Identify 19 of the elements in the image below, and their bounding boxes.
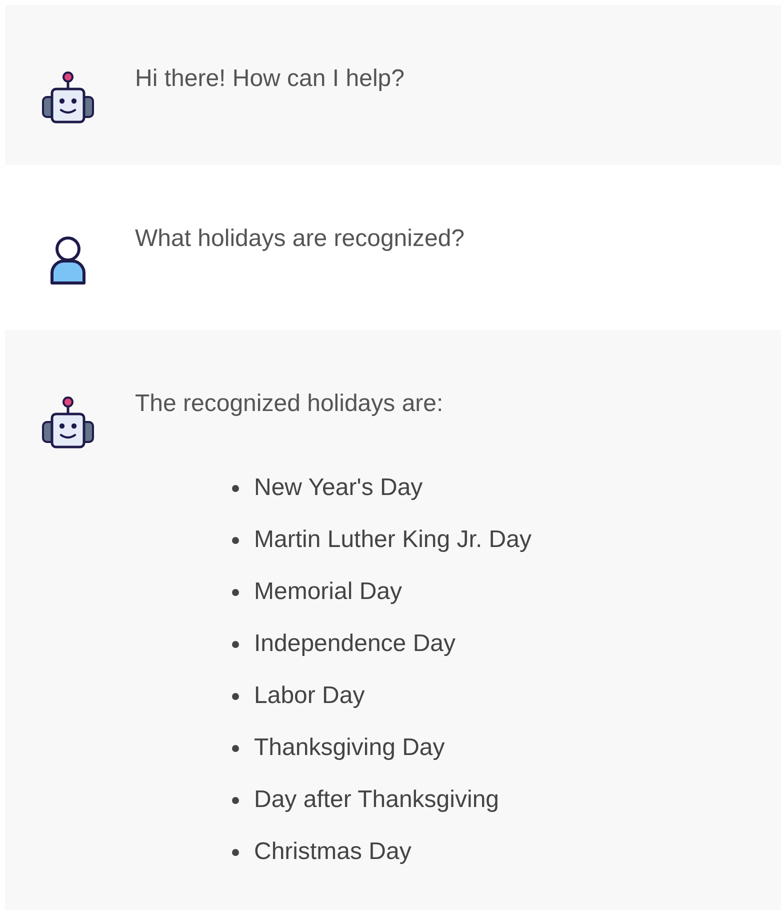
bullet-icon	[232, 796, 239, 804]
bullet-icon	[232, 640, 239, 648]
list-item: Thanksgiving Day	[254, 733, 445, 763]
list-item: New Year's Day	[254, 473, 423, 503]
bullet-icon	[232, 692, 239, 700]
message-text: What holidays are recognized?	[135, 224, 465, 254]
list-item: Labor Day	[254, 681, 365, 711]
message-text: The recognized holidays are:	[135, 389, 444, 419]
list-item: Independence Day	[254, 629, 456, 659]
bullet-icon	[232, 848, 239, 856]
bullet-icon	[232, 744, 239, 752]
bullet-icon	[232, 484, 239, 492]
list-item: Memorial Day	[254, 577, 402, 607]
bullet-icon	[232, 536, 239, 544]
bullet-icon	[232, 588, 239, 596]
message-text: Hi there! How can I help?	[135, 64, 404, 94]
list-item: Day after Thanksgiving	[254, 785, 500, 815]
list-item: Martin Luther King Jr. Day	[254, 525, 532, 555]
list-item: Christmas Day	[254, 837, 412, 867]
